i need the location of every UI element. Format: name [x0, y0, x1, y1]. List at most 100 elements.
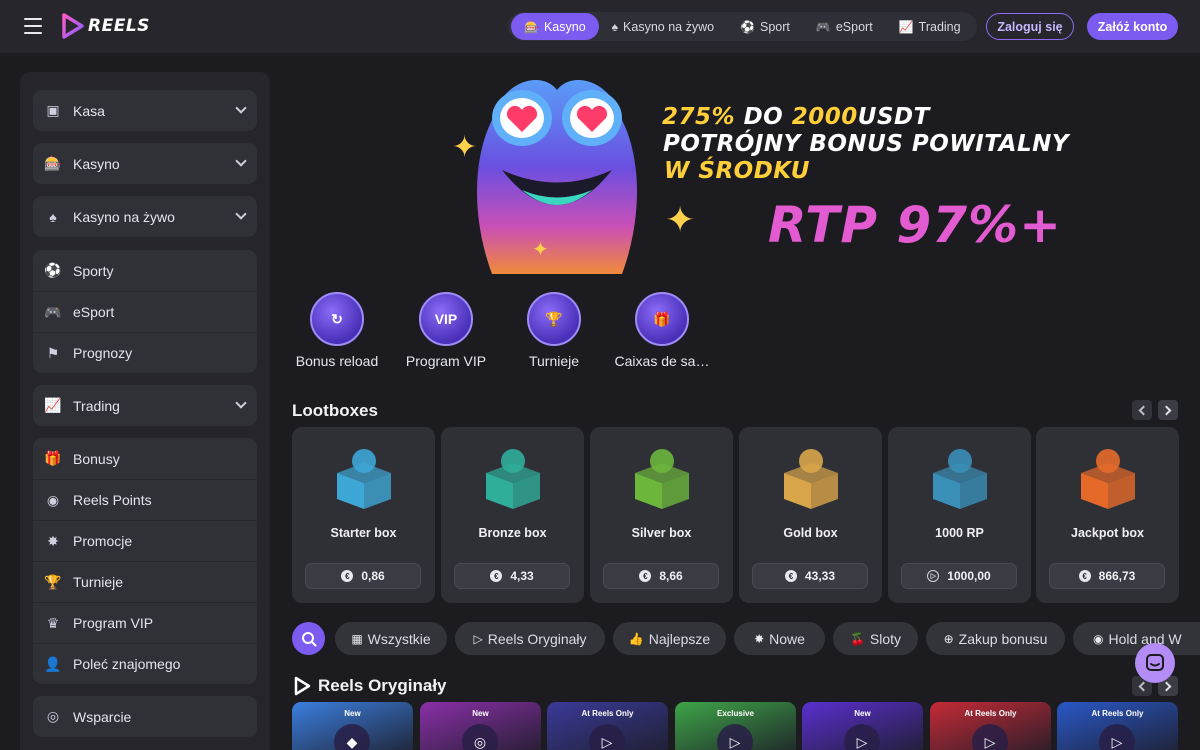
sidebar-item-trading[interactable]: 📈 Trading — [33, 385, 257, 426]
topnav-esport[interactable]: 🎮 eSport — [803, 13, 886, 40]
sidebar-group-kasyno-na-zywo: ♠ Kasyno na żywo — [33, 196, 257, 237]
lootbox-price[interactable]: €4,33 — [454, 563, 570, 589]
game-card[interactable]: New ◎ — [420, 702, 541, 750]
sidebar-item-esport[interactable]: 🎮 eSport — [33, 291, 257, 332]
ball-icon: ⚽ — [740, 19, 756, 34]
reload-icon: ↻ — [310, 292, 364, 346]
sidebar-item-polec-znajomego[interactable]: 👤 Poleć znajomego — [33, 643, 257, 684]
banner-headline-2: POTRÓJNY BONUS POWITALNY — [663, 131, 1070, 157]
game-tag: At Reels Only — [581, 709, 634, 718]
game-tag: New — [854, 709, 871, 718]
sidebar-item-promocje[interactable]: ✸ Promocje — [33, 520, 257, 561]
sidebar-group-promotions: 🎁 Bonusy ◉ Reels Points ✸ Promocje 🏆 Turniej… — [33, 438, 257, 684]
gamepad-icon: 🎮 — [815, 19, 831, 34]
brand-name: REELS — [88, 16, 150, 36]
originals-section-header: Reels Oryginały — [292, 676, 447, 696]
sidebar-group-kasyno: 🎰 Kasyno — [33, 143, 257, 184]
sidebar-item-reels-points[interactable]: ◉ Reels Points — [33, 479, 257, 520]
sparkle-icon: ✦ — [452, 131, 478, 164]
lootbox-price[interactable]: €866,73 — [1049, 563, 1165, 589]
lootbox-price[interactable]: €0,86 — [305, 563, 421, 589]
reels-points-coin-icon: ▷ — [927, 570, 940, 582]
originals-title: Reels Oryginały — [318, 676, 447, 695]
filter-chip-hold-and-win[interactable]: ◉ Hold and W — [1073, 622, 1200, 655]
euro-coin-icon: € — [1078, 570, 1091, 582]
new-icon: ✸ — [754, 631, 765, 646]
lootbox-price[interactable]: €8,66 — [603, 563, 719, 589]
sidebar-item-kasa[interactable]: ▣ Kasa — [33, 90, 257, 131]
gift-icon: 🎁 — [44, 450, 62, 466]
sidebar-item-prognozy[interactable]: ⚑ Prognozy — [33, 332, 257, 373]
lootbox-price[interactable]: ▷ 1000,00 — [901, 563, 1017, 589]
filter-chip-nowe[interactable]: ✸ Nowe — [734, 622, 825, 655]
filter-chip-najlepsze[interactable]: 👍 Najlepsze — [613, 622, 726, 655]
sidebar-item-kasyno-na-zywo[interactable]: ♠ Kasyno na żywo — [33, 196, 257, 237]
quick-link-program-vip[interactable]: VIP Program VIP — [391, 292, 501, 369]
lootbox-price[interactable]: €43,33 — [752, 563, 868, 589]
register-button[interactable]: Załóż konto — [1087, 13, 1178, 40]
topnav-kasyno[interactable]: 🎰 Kasyno — [511, 13, 599, 40]
filter-chip-sloty[interactable]: 🍒 Sloty — [833, 622, 918, 655]
game-card[interactable]: Exclusive ▷ — [675, 702, 796, 750]
chat-icon — [1146, 654, 1164, 671]
bronze-box-image — [486, 449, 540, 509]
live-chat-button[interactable] — [1135, 643, 1175, 683]
sidebar-item-turnieje[interactable]: 🏆 Turnieje — [33, 561, 257, 602]
game-card[interactable]: At Reels Only ▷ — [547, 702, 668, 750]
sparkle-icon: ✦ — [665, 199, 696, 240]
sidebar-item-sporty[interactable]: ⚽ Sporty — [33, 250, 257, 291]
reels-logo-icon — [62, 13, 84, 39]
quick-link-caixas[interactable]: 🎁 Caixas de sa… — [607, 292, 717, 369]
game-tag: At Reels Only — [964, 709, 1017, 718]
lootbox-card[interactable]: Gold box €43,33 — [739, 427, 882, 603]
game-card[interactable]: New ◆ — [292, 702, 413, 750]
logo[interactable]: REELS — [60, 13, 150, 39]
sidebar-item-wsparcie[interactable]: ◎ Wsparcie — [33, 696, 257, 737]
game-card[interactable]: At Reels Only ▷ — [930, 702, 1051, 750]
sparkle-icon: ✦ — [532, 239, 549, 261]
quick-link-bonus-reload[interactable]: ↻ Bonus reload — [282, 292, 392, 369]
lootbox-card[interactable]: Jackpot box €866,73 — [1036, 427, 1179, 603]
sidebar-item-kasyno[interactable]: 🎰 Kasyno — [33, 143, 257, 184]
chevron-left-icon — [1138, 405, 1149, 415]
wallet-icon: ▣ — [46, 102, 60, 118]
lootbox-card[interactable]: Bronze box €4,33 — [441, 427, 584, 603]
filter-chip-wszystkie[interactable]: ▦ Wszystkie — [335, 622, 447, 655]
jackpot-box-image — [1081, 449, 1135, 509]
menu-icon[interactable] — [24, 18, 42, 34]
sidebar-item-bonusy[interactable]: 🎁 Bonusy — [33, 438, 257, 479]
filter-chip-zakup-bonusu[interactable]: ⊕ Zakup bonusu — [926, 622, 1065, 655]
filter-chip-reels-oryginaly[interactable]: ▷ Reels Oryginały — [455, 622, 605, 655]
silver-box-image — [635, 449, 689, 509]
chevron-down-icon — [235, 397, 247, 409]
chevron-down-icon — [235, 155, 247, 167]
gold-box-image — [784, 449, 838, 509]
quick-link-turnieje[interactable]: 🏆 Turnieje — [499, 292, 609, 369]
lootbox-card[interactable]: Silver box €8,66 — [590, 427, 733, 603]
sidebar: ▣ Kasa 🎰 Kasyno ♠ Kasyno na żywo ⚽ Sporty 🎮 e… — [20, 72, 270, 750]
cherry-icon: 🍒 — [849, 631, 865, 646]
game-card[interactable]: At Reels Only ▷ — [1057, 702, 1178, 750]
lootbox-card[interactable]: 1000 RP ▷ 1000,00 — [888, 427, 1031, 603]
topnav-sport[interactable]: ⚽ Sport — [727, 13, 803, 40]
lootboxes-prev-button[interactable] — [1132, 400, 1152, 420]
topnav-kasyno-na-zywo[interactable]: ♠ Kasyno na żywo — [599, 13, 727, 40]
reels-logo-icon — [294, 676, 311, 696]
game-card[interactable]: New ▷ — [802, 702, 923, 750]
login-button[interactable]: Zaloguj się — [986, 13, 1074, 40]
game-tag: At Reels Only — [1091, 709, 1144, 718]
reels-play-icon: ▷ — [972, 724, 1008, 750]
game-search-button[interactable] — [292, 622, 325, 655]
sidebar-item-program-vip[interactable]: ♛ Program VIP — [33, 602, 257, 643]
game-tag: New — [344, 709, 361, 718]
reels-play-icon: ▷ — [589, 724, 625, 750]
vip-icon: VIP — [419, 292, 473, 346]
lootboxes-next-button[interactable] — [1158, 400, 1178, 420]
sidebar-group-trading: 📈 Trading — [33, 385, 257, 426]
chevron-down-icon — [235, 208, 247, 220]
reels-play-icon: ▷ — [1099, 724, 1135, 750]
dealer-icon: ♠ — [49, 208, 57, 225]
star-icon: ✸ — [47, 532, 59, 549]
lootbox-card[interactable]: Starter box €0,86 — [292, 427, 435, 603]
topnav-trading[interactable]: 📈 Trading — [886, 13, 974, 40]
